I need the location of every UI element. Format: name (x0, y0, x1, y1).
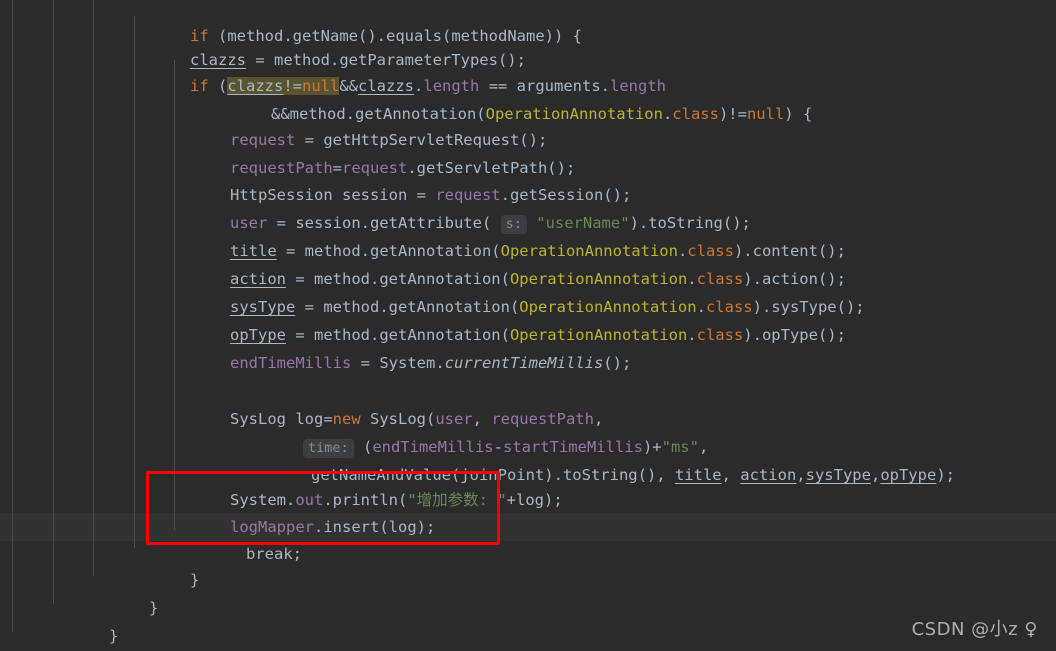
code-line-2[interactable]: clazzs = method.getParameterTypes(); (134, 18, 526, 69)
code-line-13[interactable]: endTimeMillis = System.currentTimeMillis… (174, 321, 631, 372)
token-keyword-if: if (190, 77, 209, 95)
token-text: (); (603, 354, 632, 372)
token-text: .insert(log); (314, 518, 436, 536)
code-line-9[interactable]: title = method.getAnnotation(OperationAn… (174, 209, 846, 260)
token-text: ).opType(); (743, 326, 846, 344)
code-line-5[interactable]: request = getHttpServletRequest(); (174, 98, 547, 149)
token-text: , (796, 466, 806, 484)
caret-line-highlight (0, 513, 1056, 541)
code-line-16[interactable]: time: (endTimeMillis-startTimeMillis)+"m… (247, 405, 708, 458)
csdn-watermark: CSDN @小z ♀ (911, 619, 1038, 640)
token-text: ); (936, 466, 955, 484)
token-var-systype: sysType (805, 466, 871, 484)
code-line-6[interactable]: requestPath=request.getServletPath(); (174, 126, 575, 177)
token-var-action: action (740, 466, 797, 484)
code-line-14-blank[interactable] (174, 349, 183, 377)
code-line-7[interactable]: HttpSession session = request.getSession… (174, 153, 631, 204)
token-keyword-break: break (246, 545, 293, 563)
token-text: ) { (784, 105, 813, 123)
screenshot-root: if (method.getName().equals(methodName))… (0, 0, 1056, 651)
code-line-17[interactable]: getNameAndValue(joinPoint).toString(), t… (255, 433, 955, 484)
indent-guide-level-1 (12, 0, 13, 632)
token-var-optype: opType (880, 466, 937, 484)
code-line-8[interactable]: user = session.getAttribute( s: "userNam… (174, 181, 751, 234)
token-brace-close: } (149, 599, 159, 617)
token-brace-close: } (190, 571, 200, 589)
code-line-3[interactable]: if (clazzs!=null&&clazzs.length == argum… (134, 44, 666, 95)
code-line-22[interactable]: } (93, 566, 158, 617)
code-line-23[interactable]: } (53, 594, 118, 645)
code-line-10[interactable]: action = method.getAnnotation(OperationA… (174, 237, 846, 288)
token-text: = System. (351, 354, 445, 372)
token-text: ; (292, 545, 303, 563)
token-keyword-class: class (672, 105, 719, 123)
token-brace-close: } (109, 627, 119, 645)
token-text: , (721, 466, 741, 484)
code-line-11[interactable]: sysType = method.getAnnotation(Operation… (174, 265, 865, 316)
code-line-19[interactable]: logMapper.insert(log); (174, 485, 435, 536)
code-line-15[interactable]: SysLog log=new SysLog(user, requestPath, (174, 377, 603, 428)
code-editor[interactable]: if (method.getName().equals(methodName))… (0, 0, 1056, 651)
code-line-18[interactable]: System.out.println("增加参数: "+log); (174, 458, 563, 509)
token-text: . (687, 326, 697, 344)
token-text: , (870, 466, 881, 484)
token-text: +log); (506, 491, 563, 509)
token-keyword-null: null (746, 105, 785, 123)
token-text: )!= (718, 105, 747, 123)
token-keyword-class: class (696, 326, 744, 344)
indent-guide-level-3 (93, 0, 94, 576)
token-field-endtimemillis: endTimeMillis (230, 354, 352, 372)
token-var-title: title (674, 466, 722, 484)
code-line-24[interactable]: } (12, 620, 77, 648)
token-static-currenttimemillis: currentTimeMillis (444, 354, 604, 372)
indent-guide-level-2 (53, 0, 54, 604)
token-text: . (662, 105, 673, 123)
code-line-12[interactable]: opType = method.getAnnotation(OperationA… (174, 293, 846, 344)
code-line-4[interactable]: &&method.getAnnotation(OperationAnnotati… (215, 72, 812, 123)
code-line-21[interactable]: } (134, 538, 199, 589)
code-line-20[interactable]: break; (190, 512, 302, 563)
